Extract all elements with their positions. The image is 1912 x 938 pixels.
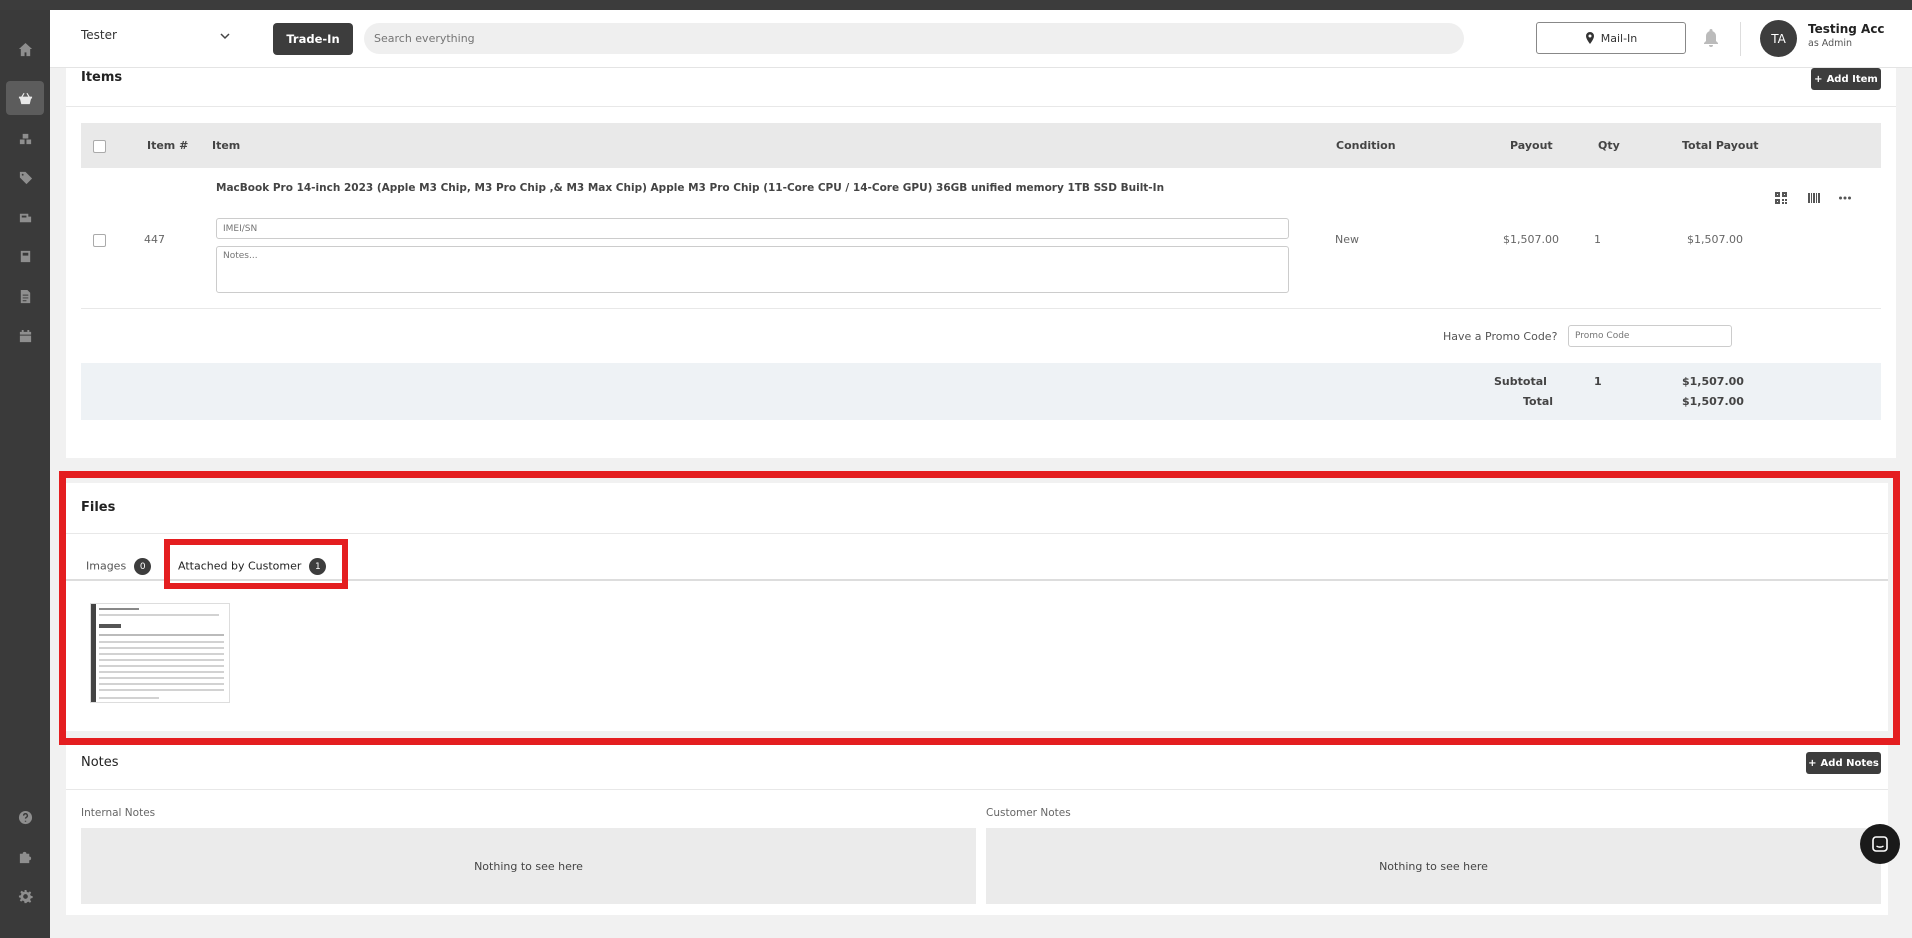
- promo-code-input[interactable]: [1568, 325, 1732, 347]
- col-condition[interactable]: Condition: [1336, 139, 1396, 152]
- notes-card: Notes + Add Notes Internal Notes Custome…: [66, 745, 1888, 915]
- imei-input[interactable]: [216, 218, 1289, 239]
- chat-launcher-button[interactable]: [1860, 824, 1900, 864]
- user-name[interactable]: Testing Acc: [1808, 22, 1885, 36]
- internal-notes-label: Internal Notes: [81, 807, 156, 819]
- user-role: as Admin: [1808, 38, 1853, 49]
- item-number: 447: [144, 233, 165, 246]
- mail-in-button[interactable]: Mail-In: [1536, 22, 1686, 54]
- subtotal-qty: 1: [1594, 375, 1602, 388]
- sidebar: [0, 10, 50, 938]
- plus-icon: +: [1814, 73, 1823, 85]
- customer-notes-box[interactable]: Nothing to see here: [986, 828, 1881, 904]
- top-strip: [0, 0, 1912, 10]
- tag-icon[interactable]: [6, 160, 44, 194]
- col-total-payout[interactable]: Total Payout: [1682, 139, 1759, 152]
- divider: [81, 308, 1881, 309]
- tab-highlight-box: [164, 539, 348, 589]
- location-pin-icon: [1585, 32, 1594, 44]
- trade-in-button[interactable]: Trade-In: [273, 23, 353, 55]
- calendar-icon[interactable]: [6, 319, 44, 353]
- col-qty[interactable]: Qty: [1598, 139, 1620, 152]
- store-select[interactable]: Tester: [81, 28, 231, 50]
- items-table-header: Item # Item Condition Payout Qty Total P…: [81, 123, 1881, 168]
- boxes-icon[interactable]: [6, 121, 44, 155]
- barcode-icon[interactable]: [1807, 191, 1821, 209]
- top-header: Tester Trade-In Mail-In TA Testing Acc a…: [50, 10, 1912, 68]
- condition-value: New: [1335, 233, 1359, 246]
- items-card: Items + Add Item Item # Item Condition P…: [66, 68, 1896, 458]
- storage-icon[interactable]: [6, 239, 44, 273]
- add-item-label: Add Item: [1826, 73, 1878, 85]
- document-icon[interactable]: [6, 279, 44, 313]
- mail-in-label: Mail-In: [1600, 31, 1638, 45]
- header-divider: [1740, 22, 1741, 56]
- chevron-down-icon: [220, 33, 230, 40]
- empty-state-text: Nothing to see here: [474, 859, 583, 873]
- item-title: MacBook Pro 14-inch 2023 (Apple M3 Chip,…: [216, 182, 1165, 194]
- col-payout[interactable]: Payout: [1510, 139, 1553, 152]
- qty-value: 1: [1594, 233, 1601, 246]
- avatar[interactable]: TA: [1760, 20, 1797, 57]
- item-notes-textarea[interactable]: [216, 246, 1289, 293]
- plus-icon: +: [1808, 757, 1817, 769]
- customer-notes-label: Customer Notes: [986, 807, 1071, 819]
- row-checkbox[interactable]: [93, 234, 106, 247]
- inventory-icon[interactable]: [6, 200, 44, 234]
- search-input[interactable]: [364, 23, 1464, 54]
- items-title: Items: [81, 70, 123, 85]
- empty-state-text: Nothing to see here: [1379, 859, 1488, 873]
- add-notes-button[interactable]: + Add Notes: [1806, 752, 1881, 774]
- basket-icon[interactable]: [6, 81, 44, 115]
- bell-icon[interactable]: [1703, 29, 1719, 47]
- settings-icon[interactable]: [6, 879, 44, 913]
- totals-panel: Subtotal 1 $1,507.00 Total $1,507.00: [81, 363, 1881, 420]
- qr-code-icon[interactable]: [1774, 191, 1788, 209]
- add-item-button[interactable]: + Add Item: [1811, 68, 1881, 90]
- payout-value: $1,507.00: [1503, 233, 1559, 246]
- divider: [66, 789, 1888, 790]
- total-payout-value: $1,507.00: [1687, 233, 1743, 246]
- internal-notes-box[interactable]: Nothing to see here: [81, 828, 976, 904]
- add-notes-label: Add Notes: [1820, 757, 1879, 769]
- chat-icon: [1872, 836, 1888, 852]
- select-all-checkbox[interactable]: [93, 140, 106, 153]
- total-label: Total: [1523, 395, 1554, 408]
- more-options-icon[interactable]: [1838, 191, 1852, 209]
- col-item-number[interactable]: Item #: [147, 139, 188, 152]
- files-highlight-box: [59, 471, 1900, 745]
- subtotal-value: $1,507.00: [1682, 375, 1744, 388]
- puzzle-icon[interactable]: [6, 839, 44, 873]
- subtotal-label: Subtotal: [1494, 375, 1547, 388]
- notes-title: Notes: [81, 755, 119, 770]
- help-icon[interactable]: [6, 800, 44, 834]
- col-item[interactable]: Item: [212, 139, 240, 152]
- total-value: $1,507.00: [1682, 395, 1744, 408]
- promo-label: Have a Promo Code?: [1443, 330, 1558, 343]
- store-name: Tester: [81, 28, 117, 42]
- home-icon[interactable]: [6, 32, 44, 66]
- divider: [66, 106, 1896, 107]
